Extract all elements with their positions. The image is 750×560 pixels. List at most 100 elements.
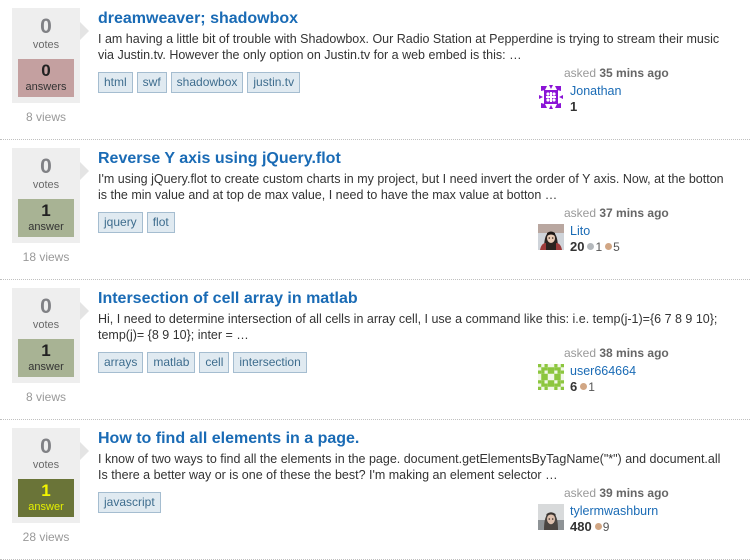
question-summary: 0 votes 1 answer 18 views Reverse Y axis usin… bbox=[0, 140, 750, 280]
vote-label: votes bbox=[32, 459, 60, 471]
stats-arrow-icon bbox=[80, 22, 89, 40]
question-title-link[interactable]: dreamweaver; shadowbox bbox=[98, 9, 298, 29]
tag-matlab[interactable]: matlab bbox=[147, 352, 196, 373]
question-title: dreamweaver; shadowbox bbox=[98, 6, 740, 30]
view-count: 8 views bbox=[25, 390, 66, 404]
asked-relative-time[interactable]: 37 mins ago bbox=[599, 206, 668, 220]
avatar[interactable] bbox=[538, 364, 564, 390]
reputation-score: 1 bbox=[570, 99, 578, 114]
user-name-link[interactable]: Lito bbox=[570, 224, 620, 239]
answer-count: 0 bbox=[41, 61, 51, 80]
asked-relative-time[interactable]: 39 mins ago bbox=[599, 486, 668, 500]
question-excerpt: I am having a little bit of trouble with… bbox=[98, 32, 720, 62]
view-count: 28 views bbox=[22, 530, 70, 544]
question-list: 0 votes 0 answers 8 views dreamweaver; shadow… bbox=[0, 0, 750, 560]
badge-bronze[interactable]: 5 bbox=[605, 240, 620, 255]
tag-justin.tv[interactable]: justin.tv bbox=[247, 72, 301, 93]
asked-prefix: asked bbox=[564, 206, 597, 220]
stats-arrow-icon bbox=[80, 302, 89, 320]
stats-box: 0 votes 0 answers bbox=[12, 8, 89, 103]
vote-count: 0 bbox=[40, 435, 52, 458]
vote-label: votes bbox=[32, 319, 60, 331]
badge-silver[interactable]: 1 bbox=[587, 240, 602, 255]
tag-jquery[interactable]: jquery bbox=[98, 212, 143, 233]
vote-label: votes bbox=[32, 179, 60, 191]
stats-box: 0 votes 1 answer bbox=[12, 288, 89, 383]
badge-count: 5 bbox=[613, 240, 620, 254]
question-excerpt: I know of two ways to find all the eleme… bbox=[98, 452, 721, 482]
badge-dot-bronze-icon bbox=[594, 523, 602, 531]
user-row: user664664 6 1 bbox=[538, 364, 738, 395]
user-details: Lito 20 1 5 bbox=[570, 224, 620, 255]
badge-count: 1 bbox=[588, 380, 595, 394]
answer-label: answer bbox=[28, 221, 64, 233]
vote-stat: 0 votes bbox=[12, 154, 80, 196]
answer-count: 1 bbox=[41, 341, 51, 360]
user-details: user664664 6 1 bbox=[570, 364, 636, 395]
user-details: tylermwashburn 480 9 bbox=[570, 504, 658, 535]
reputation-score: 6 bbox=[570, 379, 578, 394]
reputation-row: 61 bbox=[570, 379, 636, 395]
stats-arrow-icon bbox=[80, 162, 89, 180]
vote-count: 0 bbox=[40, 295, 52, 318]
asked-relative-time[interactable]: 35 mins ago bbox=[599, 66, 668, 80]
user-name-link[interactable]: Jonathan bbox=[570, 84, 621, 99]
asked-relative-time[interactable]: 38 mins ago bbox=[599, 346, 668, 360]
asked-timestamp: asked 39 mins ago bbox=[538, 486, 738, 501]
answer-label: answer bbox=[28, 501, 64, 513]
question-excerpt: I'm using jQuery.flot to create custom c… bbox=[98, 172, 724, 202]
answer-stat: 1 answer bbox=[18, 479, 74, 517]
tag-html[interactable]: html bbox=[98, 72, 133, 93]
asked-prefix: asked bbox=[564, 486, 597, 500]
vote-stat: 0 votes bbox=[12, 434, 80, 476]
answer-stat: 0 answers bbox=[18, 59, 74, 97]
user-name-link[interactable]: tylermwashburn bbox=[570, 504, 658, 519]
answer-stat: 1 answer bbox=[18, 339, 74, 377]
question-stats: 0 votes 1 answer 28 views bbox=[12, 428, 89, 544]
badge-dot-silver-icon bbox=[587, 243, 595, 251]
tag-swf[interactable]: swf bbox=[136, 72, 167, 93]
question-stats: 0 votes 1 answer 18 views bbox=[12, 148, 89, 264]
tag-flot[interactable]: flot bbox=[146, 212, 175, 233]
question-summary: 0 votes 1 answer 8 views Intersection of cell… bbox=[0, 280, 750, 420]
question-title-link[interactable]: Intersection of cell array in matlab bbox=[98, 289, 358, 309]
stats-box: 0 votes 1 answer bbox=[12, 148, 89, 243]
user-row: tylermwashburn 480 9 bbox=[538, 504, 738, 535]
question-title: How to find all elements in a page. bbox=[98, 426, 740, 450]
asked-timestamp: asked 37 mins ago bbox=[538, 206, 738, 221]
asked-user-card: asked 39 mins ago tylermwashburn 480 9 bbox=[538, 486, 738, 535]
reputation-row: 1 bbox=[570, 99, 621, 115]
badge-bronze[interactable]: 1 bbox=[580, 380, 595, 395]
tag-shadowbox[interactable]: shadowbox bbox=[170, 72, 244, 93]
asked-timestamp: asked 38 mins ago bbox=[538, 346, 738, 361]
question-stats: 0 votes 0 answers 8 views bbox=[12, 8, 89, 124]
question-title-link[interactable]: Reverse Y axis using jQuery.flot bbox=[98, 149, 341, 169]
tag-arrays[interactable]: arrays bbox=[98, 352, 144, 373]
question-title: Reverse Y axis using jQuery.flot bbox=[98, 146, 740, 170]
asked-timestamp: asked 35 mins ago bbox=[538, 66, 738, 81]
user-row: Lito 20 1 5 bbox=[538, 224, 738, 255]
avatar[interactable] bbox=[538, 224, 564, 250]
asked-user-card: asked 38 mins ago user664664 6 1 bbox=[538, 346, 738, 395]
stats-arrow-icon bbox=[80, 442, 89, 460]
tag-intersection[interactable]: intersection bbox=[233, 352, 307, 373]
answer-label: answers bbox=[25, 81, 67, 93]
tag-cell[interactable]: cell bbox=[199, 352, 230, 373]
asked-prefix: asked bbox=[564, 346, 597, 360]
stats-box: 0 votes 1 answer bbox=[12, 428, 89, 523]
vote-label: votes bbox=[32, 39, 60, 51]
badge-dot-bronze-icon bbox=[605, 243, 613, 251]
question-summary: 0 votes 0 answers 8 views dreamweaver; shadow… bbox=[0, 0, 750, 140]
tag-javascript[interactable]: javascript bbox=[98, 492, 161, 513]
question-title: Intersection of cell array in matlab bbox=[98, 286, 740, 310]
user-details: Jonathan 1 bbox=[570, 84, 621, 115]
view-count: 8 views bbox=[25, 110, 66, 124]
badge-bronze[interactable]: 9 bbox=[594, 520, 609, 535]
vote-stat: 0 votes bbox=[12, 14, 80, 56]
avatar[interactable] bbox=[538, 504, 564, 530]
answer-label: answer bbox=[28, 361, 64, 373]
user-name-link[interactable]: user664664 bbox=[570, 364, 636, 379]
avatar[interactable] bbox=[538, 84, 564, 110]
question-title-link[interactable]: How to find all elements in a page. bbox=[98, 429, 359, 449]
reputation-score: 480 bbox=[570, 519, 592, 534]
